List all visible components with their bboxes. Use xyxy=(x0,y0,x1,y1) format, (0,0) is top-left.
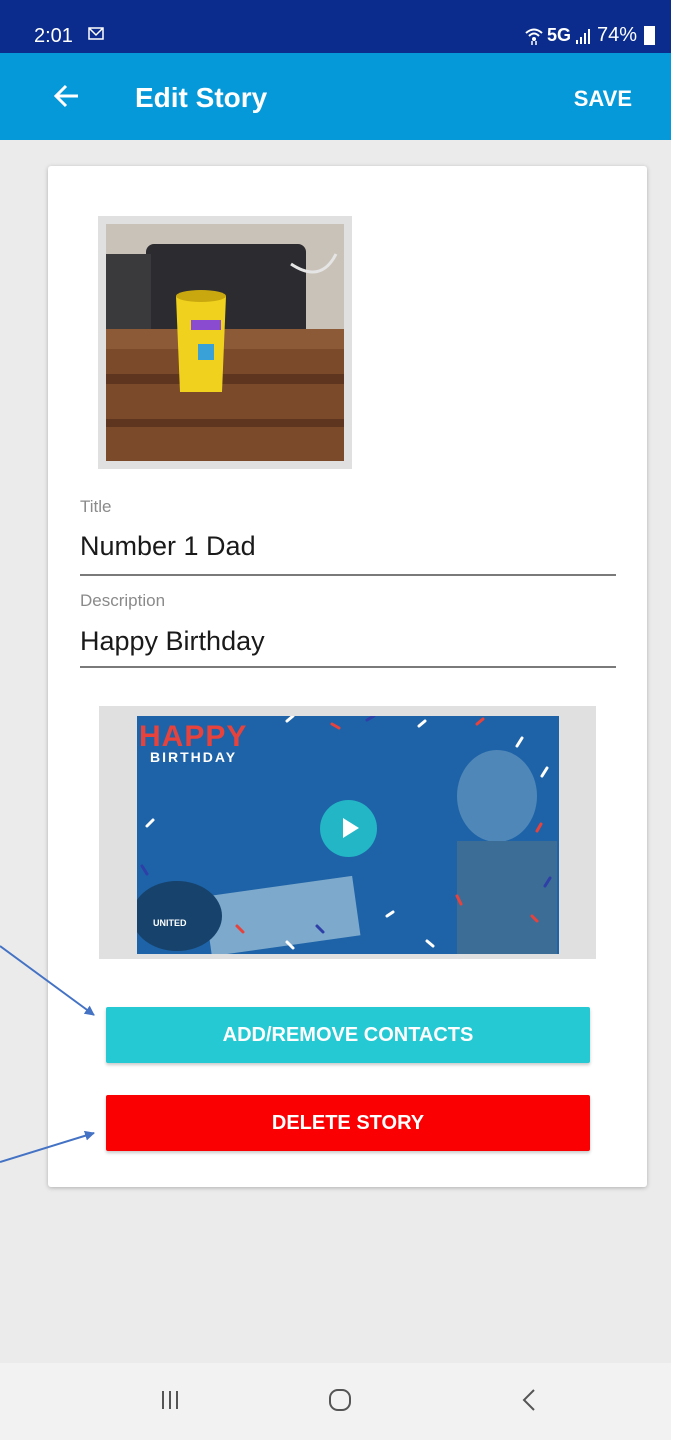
battery-percent: 74% xyxy=(596,24,637,46)
app-bar: Edit Story SAVE xyxy=(0,53,671,140)
status-time: 2:01 xyxy=(34,25,73,47)
network-type: 5G xyxy=(546,25,571,45)
description-underline xyxy=(80,666,616,668)
story-photo xyxy=(106,224,344,461)
status-bar: 2:01 5G 74% xyxy=(0,0,671,53)
mail-icon xyxy=(88,27,104,40)
status-indicators: 5G 74% xyxy=(525,24,655,47)
story-video[interactable]: HAPPY BIRTHDAY UNITED xyxy=(99,706,596,959)
arrow-left-icon[interactable] xyxy=(52,81,82,111)
page-title: Edit Story xyxy=(135,82,268,113)
description-label: Description xyxy=(80,591,166,610)
battery-icon xyxy=(644,26,655,45)
home-icon[interactable] xyxy=(325,1385,355,1415)
title-input[interactable]: Number 1 Dad xyxy=(80,531,256,562)
play-button[interactable] xyxy=(320,800,377,857)
recent-apps-icon[interactable] xyxy=(155,1385,185,1415)
video-logo: UNITED xyxy=(153,918,187,928)
title-underline xyxy=(80,574,616,576)
description-input[interactable]: Happy Birthday xyxy=(80,626,265,657)
wifi-icon xyxy=(525,28,543,45)
video-thumbnail: HAPPY BIRTHDAY UNITED xyxy=(137,716,559,954)
save-button[interactable]: SAVE xyxy=(574,86,632,112)
play-icon xyxy=(343,818,359,838)
signal-icon xyxy=(575,28,590,44)
system-nav-bar xyxy=(0,1363,671,1440)
story-thumbnail[interactable] xyxy=(98,216,352,469)
title-label: Title xyxy=(80,497,112,516)
delete-story-button[interactable]: DELETE STORY xyxy=(106,1095,590,1151)
back-icon[interactable] xyxy=(515,1385,545,1415)
video-overlay-subtitle: BIRTHDAY xyxy=(150,749,238,765)
phone-screen: 2:01 5G 74% Edit Story SAVE Title Number… xyxy=(0,0,671,1440)
add-remove-contacts-button[interactable]: ADD/REMOVE CONTACTS xyxy=(106,1007,590,1063)
